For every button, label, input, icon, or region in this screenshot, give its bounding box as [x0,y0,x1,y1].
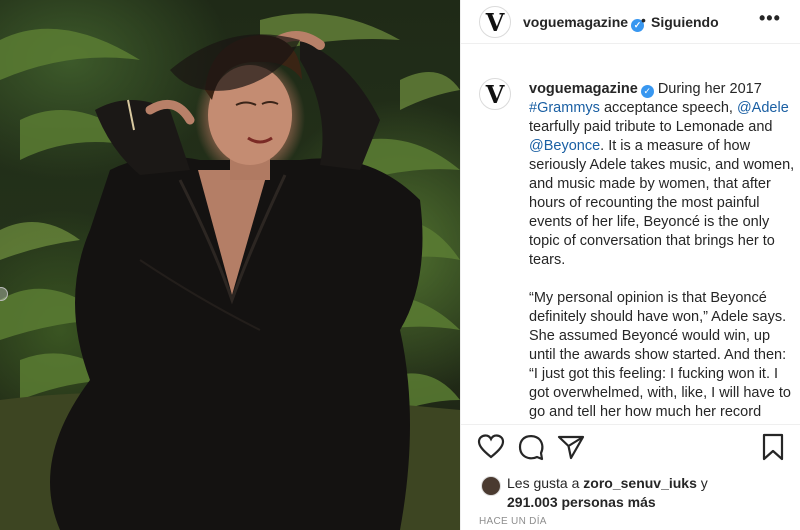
author-username[interactable]: voguemagazine ✓ [523,14,645,32]
liker-username-link[interactable]: zoro_senuv_iuks [583,475,697,491]
caption-text: acceptance speech, [603,100,733,116]
post-timestamp[interactable]: HACE UN DÍA [479,516,547,527]
action-bar [461,424,800,468]
post-side-panel: V voguemagazine ✓ • Siguiendo ••• V vogue… [460,0,800,530]
likes-conjunction: y [700,475,708,491]
mention-link-beyonce[interactable]: @Beyonce [529,138,600,154]
post-header: V voguemagazine ✓ • Siguiendo ••• [461,0,800,44]
caption-username[interactable]: voguemagazine [529,81,638,97]
comment-icon[interactable] [517,433,545,461]
post-photo[interactable] [0,0,460,530]
bookmark-icon[interactable] [759,433,787,461]
author-username-text[interactable]: voguemagazine [523,14,628,30]
more-options-icon[interactable]: ••• [759,8,781,29]
heart-icon[interactable] [477,433,505,461]
caption-text: tearfully paid tribute to Lemonade and [529,119,773,135]
caption-author-avatar[interactable]: V [479,78,511,110]
post-caption: voguemagazine ✓ During her 2017 #Grammys … [529,80,795,420]
mention-link-adele[interactable]: @Adele [737,100,789,116]
liker-avatar[interactable] [481,476,501,496]
caption-text: During her 2017 [657,81,762,97]
caption-paragraph: “My personal opinion is that Beyoncé def… [529,290,791,420]
photo-scene [0,13,460,530]
likes-prefix: Les gusta a [507,475,580,491]
likes-count-link[interactable]: 291.003 personas más [507,493,656,512]
author-avatar[interactable]: V [479,6,511,38]
header-separator: • [641,12,646,28]
likes-line-1: Les gusta a zoro_senuv_iuks y [507,474,708,493]
caption-scroll-area[interactable]: V voguemagazine ✓ During her 2017 #Grammy… [461,66,800,420]
paper-plane-icon[interactable] [557,433,585,461]
caption-text: . It is a measure of how seriously Adele… [529,138,795,268]
hashtag-link[interactable]: #Grammys [529,100,600,116]
caption-verified-badge-icon: ✓ [640,85,654,98]
follow-status-button[interactable]: Siguiendo [651,14,719,30]
